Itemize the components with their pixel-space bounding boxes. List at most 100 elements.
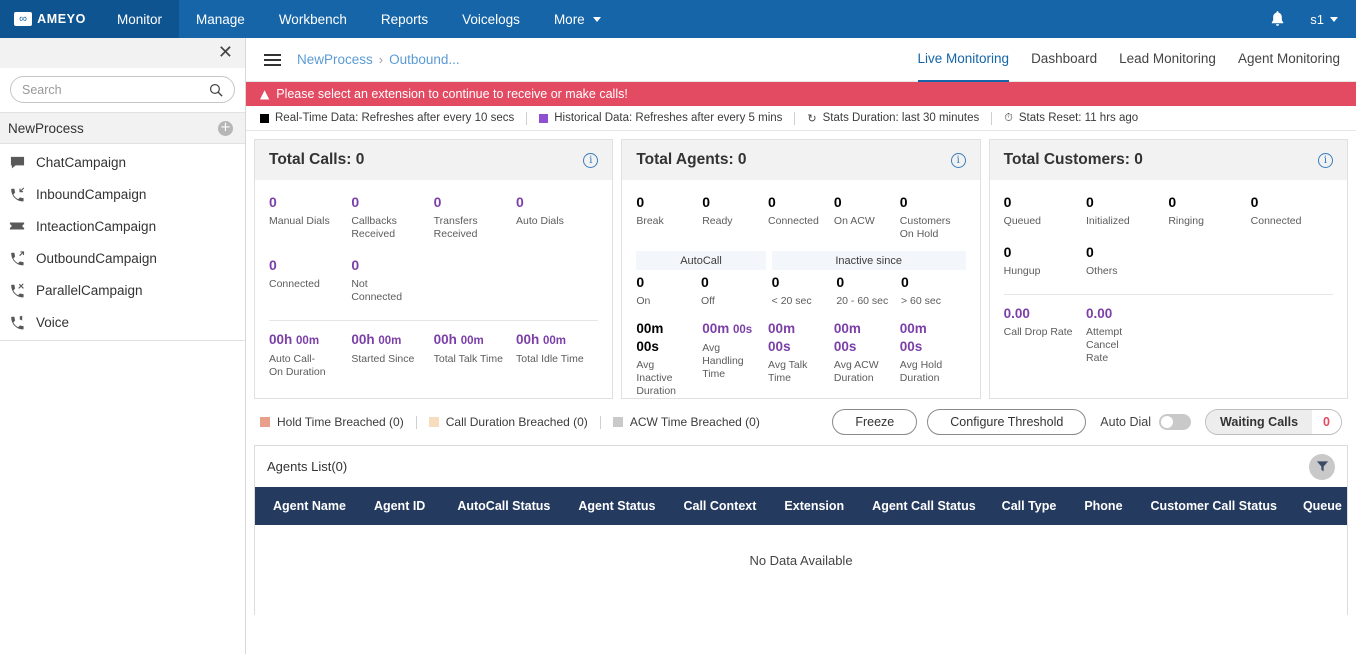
info-icon[interactable]: i bbox=[1317, 152, 1333, 168]
waiting-calls-badge[interactable]: Waiting Calls 0 bbox=[1205, 409, 1342, 435]
info-icon[interactable]: i bbox=[583, 152, 599, 168]
column-call-context[interactable]: Call Context bbox=[665, 499, 766, 513]
total-agents-row-3: 00m 00s Avg Inactive Duration 00m 00s Av… bbox=[636, 320, 965, 398]
total-agents-row-1: 0 Break 0 Ready 0 Connected 0 On ACW 0 C… bbox=[636, 192, 965, 241]
realtime-swatch bbox=[260, 113, 269, 123]
search-icon[interactable] bbox=[209, 83, 223, 97]
column-agent-name[interactable]: Agent Name bbox=[255, 499, 356, 513]
metric-avg-acw-duration: 00m 00s Avg ACW Duration bbox=[834, 320, 900, 398]
search-box[interactable] bbox=[10, 76, 235, 103]
info-icon[interactable]: i bbox=[950, 152, 966, 168]
close-icon[interactable]: ✕ bbox=[218, 44, 233, 62]
metric-value: 00m 00s bbox=[899, 321, 927, 354]
stats-duration-label: Stats Duration: last 30 minutes bbox=[822, 112, 980, 124]
tab-dashboard-label: Dashboard bbox=[1031, 51, 1098, 66]
nav-item-voicelogs[interactable]: Voicelogs bbox=[445, 0, 537, 38]
sidebar-item-voice[interactable]: Voice bbox=[0, 306, 245, 338]
tab-dashboard[interactable]: Dashboard bbox=[1031, 38, 1097, 82]
metric-avg-inactive-duration: 00m 00s Avg Inactive Duration bbox=[636, 320, 702, 398]
metric-auto-dials: 0 Auto Dials bbox=[516, 192, 598, 241]
column-agent-call-status[interactable]: Agent Call Status bbox=[854, 499, 986, 513]
column-phone[interactable]: Phone bbox=[1066, 499, 1132, 513]
metric-value: 0 bbox=[433, 194, 442, 210]
empty-state-message: No Data Available bbox=[749, 553, 853, 568]
add-circle-icon[interactable]: + bbox=[218, 120, 233, 136]
metric-autocall-on: 0 On bbox=[636, 272, 701, 308]
sidebar-item-inboundcampaign[interactable]: InboundCampaign bbox=[0, 178, 245, 210]
hamburger-icon[interactable] bbox=[264, 53, 281, 66]
nav-item-reports[interactable]: Reports bbox=[364, 0, 445, 38]
column-call-type[interactable]: Call Type bbox=[986, 499, 1067, 513]
tab-lead-monitoring-label: Lead Monitoring bbox=[1119, 51, 1216, 66]
notifications-button[interactable] bbox=[1253, 0, 1302, 38]
alert-message: Please select an extension to continue t… bbox=[276, 87, 628, 101]
metric-autocall-off: 0 Off bbox=[701, 272, 766, 308]
total-customers-row-3: 0.00 Call Drop Rate 0.00 Attempt Cancel … bbox=[1004, 305, 1333, 365]
card-total-agents-title: Total Agents: 0 bbox=[636, 151, 747, 168]
metric-manual-dials: 0 Manual Dials bbox=[269, 192, 351, 241]
freeze-button[interactable]: Freeze bbox=[832, 409, 918, 435]
nav-item-workbench-label: Workbench bbox=[278, 11, 347, 27]
metric-ready: 0 Ready bbox=[702, 192, 768, 241]
breadcrumb-current[interactable]: Outbound... bbox=[389, 52, 460, 67]
metric-spacer bbox=[1251, 242, 1333, 278]
metric-value: 0 bbox=[1168, 194, 1177, 210]
metric-others: 0 Others bbox=[1086, 242, 1168, 278]
metric-spacer bbox=[1168, 242, 1250, 278]
column-queue[interactable]: Queue bbox=[1287, 499, 1352, 513]
band-autocall: AutoCall 0 On 0 Off bbox=[636, 251, 766, 316]
sidebar-item-outboundcampaign[interactable]: OutboundCampaign bbox=[0, 242, 245, 274]
main-content: NewProcess › Outbound... Live Monitoring… bbox=[246, 38, 1356, 654]
ameyo-logo[interactable]: ∞ AMEYO bbox=[0, 0, 100, 38]
tab-live-monitoring[interactable]: Live Monitoring bbox=[917, 38, 1010, 82]
user-menu[interactable]: s1 bbox=[1302, 0, 1356, 38]
total-calls-row-1: 0 Manual Dials 0 Callbacks Received 0 Tr… bbox=[269, 192, 598, 241]
band-autocall-title: AutoCall bbox=[680, 255, 722, 267]
metric-label: On bbox=[636, 295, 651, 307]
metric-inactive-gt-60: 0 > 60 sec bbox=[901, 272, 966, 308]
phone-incoming-icon bbox=[8, 187, 26, 202]
metric-avg-hold-duration: 00m 00s Avg Hold Duration bbox=[900, 320, 966, 398]
nav-item-manage-label: Manage bbox=[196, 11, 245, 27]
column-extension[interactable]: Extension bbox=[766, 499, 854, 513]
sidebar-process-header[interactable]: NewProcess + bbox=[0, 112, 245, 144]
search-input[interactable] bbox=[22, 82, 209, 97]
configure-threshold-button[interactable]: Configure Threshold bbox=[927, 409, 1087, 435]
metric-value: 0 bbox=[351, 194, 360, 210]
nav-item-more[interactable]: More bbox=[537, 0, 618, 38]
metric-connected: 0 Connected bbox=[269, 255, 351, 304]
metric-label: Auto Call-On Duration bbox=[269, 353, 326, 378]
tab-agent-monitoring[interactable]: Agent Monitoring bbox=[1238, 38, 1340, 82]
metric-value: 00m 00s bbox=[768, 321, 796, 354]
sidebar-item-chatcampaign[interactable]: ChatCampaign bbox=[0, 146, 245, 178]
sidebar-item-parallelcampaign[interactable]: ParallelCampaign bbox=[0, 274, 245, 306]
sidebar-item-outboundcampaign-label: OutboundCampaign bbox=[36, 250, 157, 266]
column-agent-status[interactable]: Agent Status bbox=[560, 499, 665, 513]
waiting-calls-label: Waiting Calls bbox=[1206, 410, 1313, 434]
nav-item-manage[interactable]: Manage bbox=[179, 0, 262, 38]
historical-legend-label: Historical Data: Refreshes after every 5… bbox=[554, 112, 783, 124]
auto-dial-toggle[interactable] bbox=[1159, 414, 1192, 430]
metric-hungup: 0 Hungup bbox=[1004, 242, 1086, 278]
breadcrumb-root[interactable]: NewProcess bbox=[297, 52, 373, 67]
card-total-customers-header: Total Customers: 0 i bbox=[989, 140, 1347, 180]
sidebar-close-row: ✕ bbox=[0, 38, 245, 68]
column-customer-call-status[interactable]: Customer Call Status bbox=[1133, 499, 1287, 513]
metric-label: Ringing bbox=[1168, 215, 1204, 227]
nav-item-monitor[interactable]: Monitor bbox=[100, 0, 180, 38]
sidebar-item-inteactioncampaign[interactable]: InteactionCampaign bbox=[0, 210, 245, 242]
agents-table-body: No Data Available bbox=[255, 525, 1347, 615]
divider bbox=[1003, 294, 1333, 295]
metric-label: Total Talk Time bbox=[433, 353, 503, 365]
logo-mark-icon: ∞ bbox=[14, 12, 33, 26]
nav-item-workbench[interactable]: Workbench bbox=[262, 0, 364, 38]
metric-connected: 0 Connected bbox=[768, 192, 834, 241]
tab-lead-monitoring[interactable]: Lead Monitoring bbox=[1119, 38, 1216, 82]
column-agent-id[interactable]: Agent ID bbox=[356, 499, 435, 513]
metric-value: 0 bbox=[901, 274, 909, 290]
column-autocall-status[interactable]: AutoCall Status bbox=[435, 499, 560, 513]
metric-value: 0 bbox=[833, 194, 842, 210]
filter-icon[interactable] bbox=[1309, 453, 1335, 480]
metric-value: 0 bbox=[269, 194, 277, 210]
metric-label: Started Since bbox=[351, 353, 415, 365]
